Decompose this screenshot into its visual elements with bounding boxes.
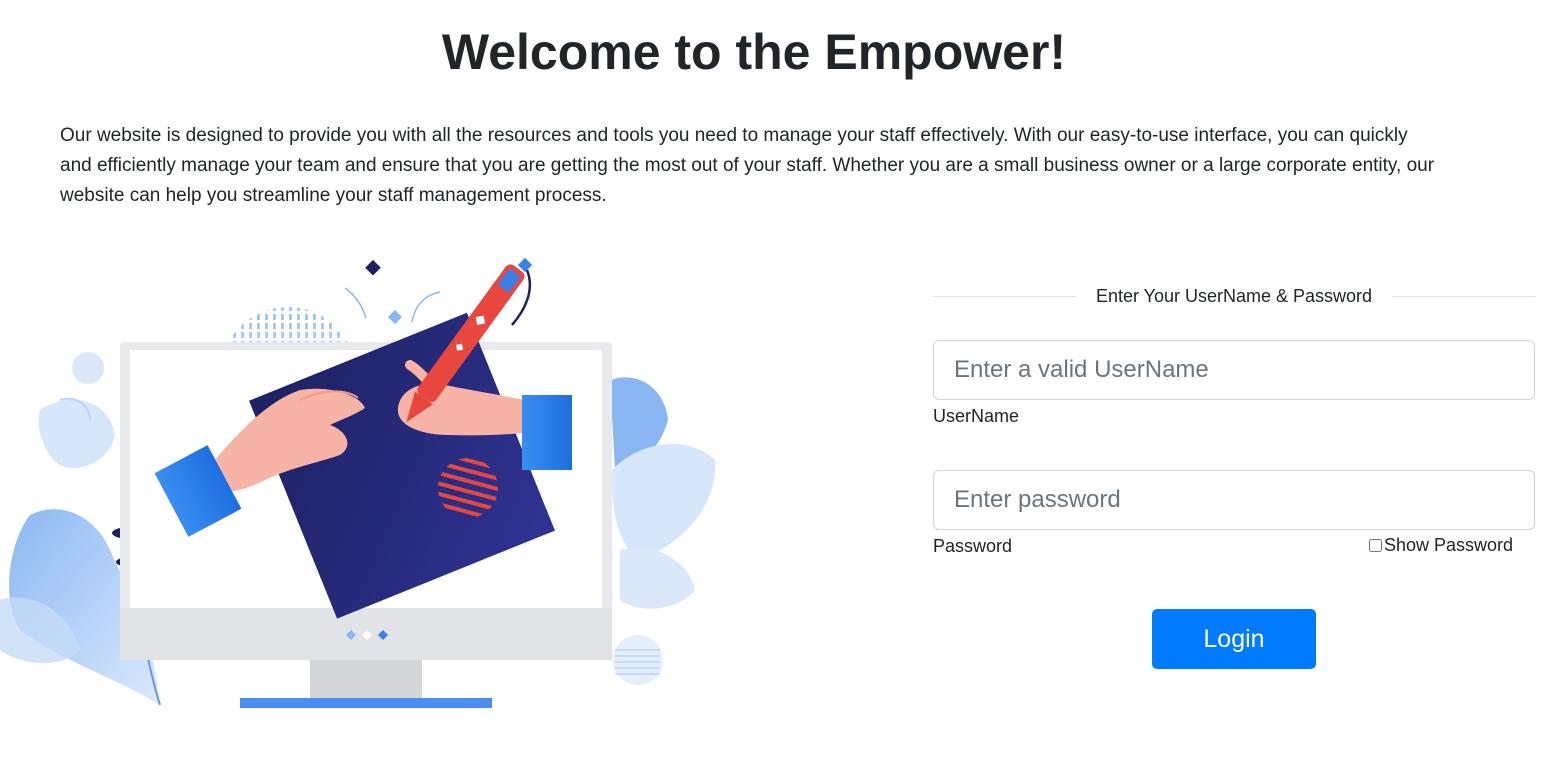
leaf-right-middle — [611, 443, 716, 560]
diamond-decoration — [365, 259, 381, 276]
username-input[interactable] — [933, 340, 1535, 400]
right-sleeve-cuff — [522, 395, 572, 470]
monitor-stand — [310, 660, 422, 700]
login-form: Enter Your UserName & Password UserName … — [933, 280, 1536, 669]
username-group: UserName — [933, 340, 1535, 427]
divider-line-left — [933, 295, 1076, 297]
computer-illustration — [0, 257, 716, 708]
intro-paragraph: Our website is designed to provide you w… — [60, 125, 1435, 206]
show-password-label: Show Password — [1383, 535, 1513, 555]
show-password-checkbox[interactable] — [1368, 539, 1382, 552]
login-button[interactable]: Login — [1152, 609, 1316, 669]
illustration — [0, 250, 730, 720]
monitor-base — [240, 698, 492, 708]
password-input[interactable] — [933, 470, 1535, 530]
form-heading-text: Enter Your UserName & Password — [1095, 285, 1373, 306]
striped-circle — [438, 458, 498, 518]
username-label: UserName — [933, 406, 1020, 426]
form-heading: Enter Your UserName & Password — [933, 280, 1536, 312]
divider-line-right — [1392, 295, 1536, 297]
leaf-left-small — [38, 399, 115, 469]
login-page: Welcome to the Empower! Our website is d… — [0, 0, 1559, 767]
page-title: Welcome to the Empower! — [441, 24, 1067, 80]
show-password-toggle[interactable]: Show Password — [1368, 535, 1513, 556]
password-group: Password Show Password — [933, 470, 1535, 557]
